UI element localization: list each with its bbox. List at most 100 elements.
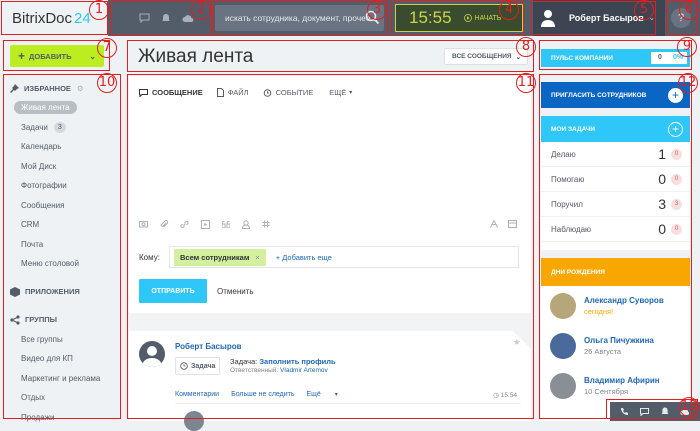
bell-icon[interactable]: [661, 407, 669, 416]
search-input[interactable]: искать сотрудника, документ, прочее...: [215, 5, 384, 31]
my-tasks-header[interactable]: МОИ ЗАДАЧИ +: [541, 116, 690, 142]
marker-1: 1: [89, 0, 109, 20]
left-sidebar: ИЗБРАННОЕ ⚙ Живая лента Задачи 3 Календар…: [6, 78, 120, 422]
sidebar-item-tasks[interactable]: Задачи 3: [6, 118, 120, 138]
marker-9: 9: [677, 37, 697, 57]
sidebar-item-disk[interactable]: Мой Диск: [6, 157, 120, 177]
link-icon[interactable]: [180, 220, 189, 229]
groups-section-header[interactable]: ГРУППЫ: [6, 310, 120, 330]
sidebar-item-group[interactable]: Видео для КП: [6, 349, 120, 369]
chat-icon[interactable]: [640, 407, 650, 416]
comment-avatar: [184, 411, 204, 431]
sidebar-item-canteen[interactable]: Меню столовой: [6, 254, 120, 274]
marker-13: 13: [679, 397, 699, 417]
tab-more[interactable]: ЕЩЁ ▾: [329, 88, 352, 97]
caret-down-icon: ▾: [334, 392, 338, 398]
chevron-down-icon: ⌄: [89, 51, 96, 61]
company-pulse[interactable]: ПУЛЬС КОМПАНИИ 0 0%: [541, 49, 690, 67]
add-task-plus-icon[interactable]: +: [668, 121, 683, 137]
birthday-item[interactable]: Владимир Афирин 10 Сентября: [541, 366, 690, 406]
sidebar-item-livefeed[interactable]: Живая лента: [6, 98, 120, 118]
sidebar-item-all-groups[interactable]: Все группы: [6, 330, 120, 350]
marker-7: 7: [97, 38, 117, 58]
caret-down-icon: ▾: [349, 90, 353, 96]
add-button[interactable]: + ДОБАВИТЬ ⌄: [10, 45, 104, 67]
birthday-item[interactable]: Ольга Пичужкина 26 Августа: [541, 326, 690, 366]
feed-post: Роберт Басыров ★ Задача Задача: Заполнит…: [129, 331, 531, 431]
tab-event[interactable]: СОБЫТИЕ: [263, 88, 313, 97]
message-icon: [139, 88, 148, 97]
task-counter-row[interactable]: Делаю 1 0: [541, 142, 690, 167]
groups-title: ГРУППЫ: [25, 315, 57, 324]
phone-icon[interactable]: [620, 407, 629, 416]
add-button-label: ДОБАВИТЬ: [29, 51, 72, 61]
marker-2: 2: [191, 0, 211, 20]
pin-icon: [10, 83, 19, 93]
mention-user-icon[interactable]: [242, 219, 250, 229]
responsible-link[interactable]: Vladmir Artemov: [280, 367, 328, 374]
post-type-tabs: СООБЩЕНИЕ ФАЙЛ СОБЫТИЕ ЕЩЁ ▾: [139, 88, 366, 97]
birthday-item[interactable]: Александр Суворов сегодня!: [541, 286, 690, 326]
fullscreen-editor-icon[interactable]: [508, 220, 517, 228]
marker-11: 11: [516, 73, 536, 93]
send-button[interactable]: ОТПРАВИТЬ: [139, 279, 207, 303]
hashtag-icon[interactable]: [262, 220, 270, 228]
sidebar-item-photos[interactable]: Фотографии: [6, 176, 120, 196]
sidebar-item-calendar[interactable]: Календарь: [6, 137, 120, 157]
comments-link[interactable]: Комментарии: [175, 391, 219, 398]
chat-icon[interactable]: [139, 13, 150, 23]
remove-recipient-icon[interactable]: ×: [255, 253, 259, 262]
start-label: НАЧАТЬ: [474, 14, 502, 22]
unfollow-link[interactable]: Больше не следить: [231, 391, 294, 398]
video-file-icon[interactable]: [201, 219, 210, 229]
marker-6: 6: [679, 0, 699, 20]
cancel-button[interactable]: Отменить: [215, 279, 254, 303]
quote-icon[interactable]: [222, 220, 230, 228]
bell-icon[interactable]: [161, 13, 171, 23]
video-icon[interactable]: [139, 220, 148, 228]
favorites-title: ИЗБРАННОЕ: [24, 83, 71, 93]
tasks-count-badge: 3: [53, 121, 66, 133]
more-link[interactable]: Ещё ▾: [307, 391, 350, 398]
sidebar-item-crm[interactable]: CRM: [6, 215, 120, 235]
start-workday-button[interactable]: НАЧАТЬ: [463, 14, 502, 22]
clock-time: 15:55: [409, 8, 452, 27]
add-recipient-link[interactable]: + Добавить еще: [276, 253, 332, 262]
clock-icon: [180, 362, 188, 370]
sidebar-item-group[interactable]: Продажи: [6, 408, 120, 428]
avatar: [550, 293, 576, 319]
task-title: Задача: Заполнить профиль: [230, 357, 336, 366]
post-timestamp: ◷ 15:54: [493, 392, 517, 399]
text-format-icon[interactable]: [490, 220, 498, 228]
recipients-field[interactable]: Всем сотрудникам × + Добавить еще: [169, 246, 519, 268]
avatar: [550, 373, 576, 399]
tab-file[interactable]: ФАЙЛ: [216, 88, 249, 97]
author-avatar[interactable]: [139, 341, 165, 367]
task-link[interactable]: Заполнить профиль: [259, 357, 335, 366]
gear-icon[interactable]: ⚙: [77, 84, 84, 93]
user-name: Роберт Басыров: [569, 13, 644, 23]
tab-message[interactable]: СООБЩЕНИЕ: [139, 88, 203, 97]
editor-toolbar: [139, 217, 523, 231]
task-type-badge: Задача: [175, 357, 221, 375]
apps-section-header[interactable]: ПРИЛОЖЕНИЯ: [6, 282, 120, 302]
task-counter-row[interactable]: Помогаю 0 0: [541, 167, 690, 192]
post-author[interactable]: Роберт Басыров: [175, 342, 242, 351]
marker-5: 5: [634, 0, 654, 20]
feed-filter-dropdown[interactable]: ВСЕ СООБЩЕНИЯ ⌄: [444, 48, 528, 65]
task-counter-row[interactable]: Наблюдаю 0 0: [541, 217, 690, 242]
star-icon[interactable]: ★: [513, 337, 521, 348]
marker-4: 4: [499, 0, 519, 20]
attach-icon[interactable]: [160, 219, 168, 229]
pulse-label: ПУЛЬС КОМПАНИИ: [551, 54, 613, 62]
logo-number: 24: [74, 9, 91, 27]
sidebar-item-group[interactable]: Отдых: [6, 388, 120, 408]
marker-10: 10: [97, 73, 117, 93]
sidebar-item-group[interactable]: Маркетинг и реклама: [6, 369, 120, 389]
search-placeholder: искать сотрудника, документ, прочее...: [225, 13, 378, 23]
task-counter-row[interactable]: Поручил 3 3: [541, 192, 690, 217]
sidebar-item-messages[interactable]: Сообщения: [6, 196, 120, 216]
recipient-chip[interactable]: Всем сотрудникам ×: [174, 248, 266, 266]
invite-employees-button[interactable]: ПРИГЛАСИТЬ СОТРУДНИКОВ +: [541, 82, 690, 108]
sidebar-item-mail[interactable]: Почта: [6, 235, 120, 255]
